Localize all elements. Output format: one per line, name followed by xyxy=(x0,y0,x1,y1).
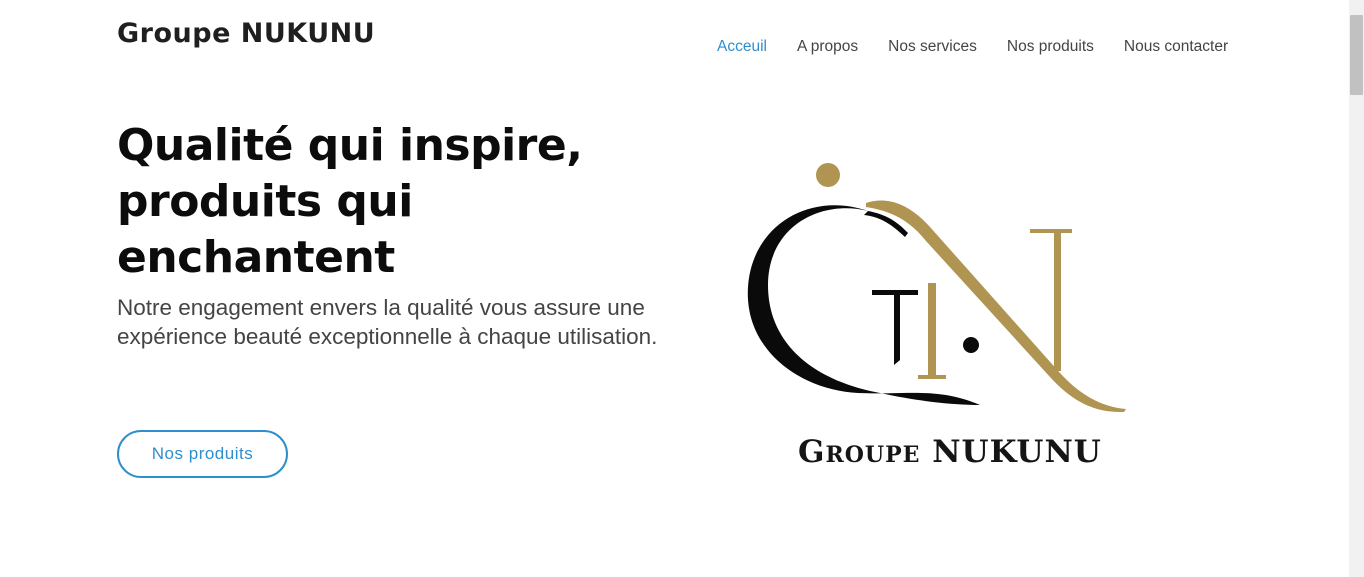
nav-item-a-propos[interactable]: A propos xyxy=(797,38,858,56)
logo-black-dot xyxy=(963,337,979,353)
scrollbar-thumb[interactable] xyxy=(1350,15,1363,95)
logo-gold-dot xyxy=(816,163,840,187)
hero-title: Qualité qui inspire, produits qui enchan… xyxy=(117,120,583,283)
nav-item-nous-contacter[interactable]: Nous contacter xyxy=(1124,38,1228,56)
nos-produits-button[interactable]: Nos produits xyxy=(117,430,288,478)
nav-item-nos-services[interactable]: Nos services xyxy=(888,38,977,56)
logo-wordmark: Groupe NUKUNU xyxy=(798,434,1102,470)
main-nav: Acceuil A propos Nos services Nos produi… xyxy=(717,38,1228,56)
brand-logo-link[interactable]: Groupe NUKUNU xyxy=(117,18,375,49)
page-scrollbar[interactable] xyxy=(1349,0,1364,577)
nav-item-nos-produits[interactable]: Nos produits xyxy=(1007,38,1094,56)
nav-item-acceuil[interactable]: Acceuil xyxy=(717,38,767,56)
hero-subtitle: Notre engagement envers la qualité vous … xyxy=(117,295,658,349)
logo-letter-n xyxy=(928,283,936,375)
